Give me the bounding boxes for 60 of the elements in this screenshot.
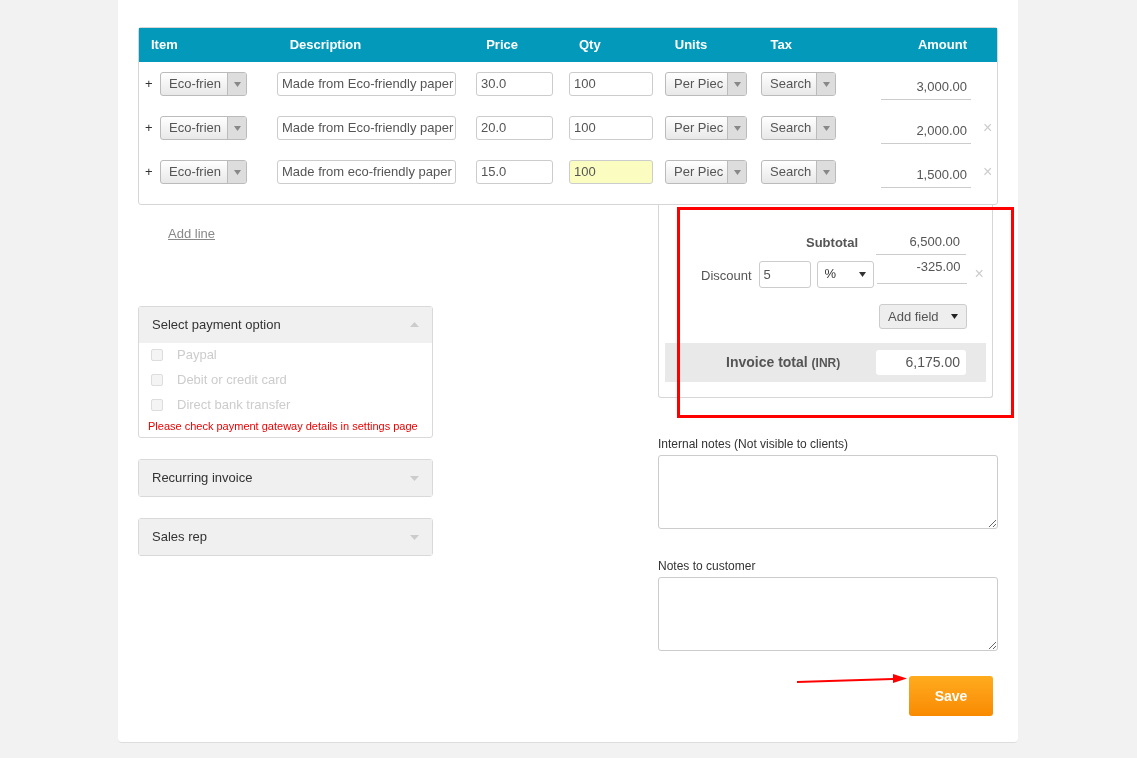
invoice-total-label: Invoice total (INR) <box>726 353 841 372</box>
caret-icon <box>951 314 958 319</box>
description-field[interactable]: Made from eco-friendly paper <box>277 160 456 184</box>
caret-icon <box>822 81 830 87</box>
units-select[interactable]: Per Piec <box>665 116 747 140</box>
caret-icon <box>858 271 866 277</box>
notes-field[interactable] <box>658 577 998 651</box>
caret-icon <box>733 125 741 131</box>
invoice-total-value: 6,175.00 <box>876 350 966 375</box>
panel-header[interactable]: Select payment option <box>139 306 432 343</box>
caret-icon <box>733 81 741 87</box>
discount-value-field[interactable]: 5 <box>758 260 811 288</box>
units-select[interactable]: Per Piec <box>665 160 747 184</box>
notes-label: Internal notes (Not visible to clients) <box>658 436 850 453</box>
tax-select[interactable]: Search <box>761 160 836 184</box>
column-header: Tax <box>770 37 792 53</box>
qty-field[interactable]: 100 <box>569 160 653 184</box>
add-field-select[interactable]: Add field <box>879 304 967 329</box>
discount-type-select[interactable]: % <box>816 260 874 288</box>
notes-field[interactable] <box>658 455 998 529</box>
subtotal-label: Subtotal <box>806 233 858 252</box>
qty-field[interactable]: 100 <box>569 72 653 96</box>
add-row-button[interactable]: + <box>145 74 160 94</box>
description-field[interactable]: Made from Eco-friendly paper <box>277 116 456 140</box>
warning-message: Please check payment gateway details in settings page <box>147 418 419 434</box>
tax-select[interactable]: Search <box>761 72 836 96</box>
column-header: Item <box>151 37 178 53</box>
tax-select[interactable]: Search <box>761 116 836 140</box>
qty-field[interactable]: 100 <box>569 116 653 140</box>
units-select[interactable]: Per Piec <box>665 72 747 96</box>
caret-icon <box>822 169 830 175</box>
price-field[interactable]: 30.0 <box>476 72 553 96</box>
column-header: Price <box>486 37 518 53</box>
caret-icon <box>733 169 741 175</box>
caret-icon <box>233 125 241 131</box>
caret-icon <box>233 169 241 175</box>
panel-header[interactable]: Recurring invoice <box>139 460 432 496</box>
item-select[interactable]: Eco-frien <box>160 116 247 140</box>
subtotal-value: 6,500.00 <box>909 234 960 249</box>
notes-label: Notes to customer <box>658 558 757 575</box>
price-field[interactable]: 20.0 <box>476 116 553 140</box>
add-row-button[interactable]: + <box>145 162 160 182</box>
amount-value: 2,000.00 <box>916 123 967 138</box>
discount-amount: -325.00 <box>916 259 961 274</box>
description-field[interactable]: Made from Eco-friendly paper <box>277 72 456 96</box>
caret-icon <box>233 81 241 87</box>
caret-icon <box>822 125 830 131</box>
column-header: Units <box>674 37 708 53</box>
column-header: Qty <box>578 37 601 53</box>
panel-header[interactable]: Sales rep <box>139 519 432 555</box>
item-select[interactable]: Eco-frien <box>160 160 247 184</box>
amount-value: 1,500.00 <box>916 167 967 182</box>
price-field[interactable]: 15.0 <box>476 160 553 184</box>
amount-value: 3,000.00 <box>916 79 967 94</box>
add-line-link[interactable]: Add line <box>168 224 215 244</box>
column-header: Description <box>289 37 362 53</box>
discount-label: Discount <box>701 267 752 286</box>
item-select[interactable]: Eco-frien <box>160 72 247 96</box>
add-row-button[interactable]: + <box>145 118 160 138</box>
column-header: Amount <box>917 37 967 53</box>
